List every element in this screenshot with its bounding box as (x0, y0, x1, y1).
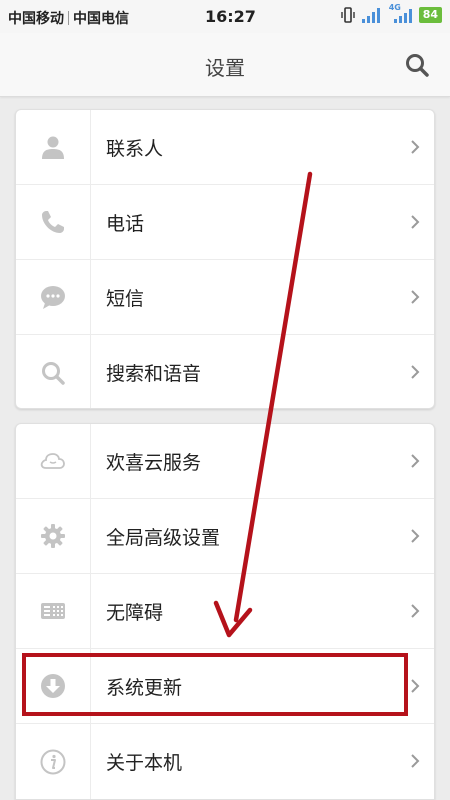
settings-item-about-device[interactable]: 关于本机 (16, 724, 434, 799)
settings-item-search-voice[interactable]: 搜索和语音 (16, 335, 434, 408)
chevron-right-icon (411, 679, 420, 693)
settings-item-contacts[interactable]: 联系人 (16, 110, 434, 185)
row-icon-cell (16, 260, 91, 334)
download-arrow-icon (41, 674, 65, 698)
message-bubble-icon (41, 286, 65, 309)
info-icon (40, 749, 66, 774)
search-icon[interactable] (404, 52, 430, 78)
vibrate-icon (340, 7, 355, 23)
row-icon-cell (16, 335, 91, 408)
carrier-info: 中国移动 中国电信 (8, 8, 129, 28)
settings-item-label: 搜索和语音 (106, 363, 202, 385)
status-icons: 4G 84 (340, 3, 442, 23)
row-icon-cell (16, 110, 91, 184)
chevron-right-icon (411, 215, 420, 229)
carrier-separator (68, 11, 69, 25)
status-clock: 16:27 (205, 7, 256, 26)
carrier-1-label: 中国移动 (8, 11, 64, 27)
row-icon-cell (16, 649, 91, 723)
row-icon-cell (16, 499, 91, 573)
accessibility-keyboard-icon (41, 603, 65, 619)
settings-item-label: 无障碍 (106, 601, 164, 624)
page-title: 设置 (205, 56, 245, 80)
person-icon (42, 136, 64, 159)
gear-icon (41, 524, 65, 548)
battery-indicator: 84 (418, 7, 442, 23)
settings-item-global-advanced[interactable]: 全局高级设置 (16, 499, 434, 574)
chevron-right-icon (411, 454, 420, 468)
chevron-right-icon (411, 140, 420, 154)
settings-item-phone[interactable]: 电话 (16, 185, 434, 260)
settings-item-label: 系统更新 (106, 676, 183, 699)
chevron-right-icon (411, 754, 420, 768)
carrier-2-label: 中国电信 (73, 11, 129, 27)
cloud-icon (40, 453, 65, 469)
settings-item-cloud-service[interactable]: 欢喜云服务 (16, 424, 434, 499)
row-icon-cell (16, 724, 91, 799)
settings-item-label: 电话 (106, 212, 145, 235)
chevron-right-icon (411, 290, 420, 304)
settings-item-system-update[interactable]: 系统更新 (16, 649, 434, 724)
network-4g-indicator: 4G (389, 3, 413, 23)
app-header: 设置 (0, 33, 450, 97)
settings-item-label: 联系人 (106, 137, 164, 160)
status-bar: 中国移动 中国电信 16:27 4G 84 (0, 0, 450, 33)
row-icon-cell (16, 185, 91, 259)
signal-strength-icon (361, 8, 380, 23)
chevron-right-icon (411, 529, 420, 543)
settings-item-label: 全局高级设置 (106, 526, 221, 549)
search-icon (42, 361, 65, 385)
settings-group-2: 欢喜云服务 全局高级设置 无障碍 系统更新 关于本机 (15, 423, 435, 800)
signal-strength-icon (393, 9, 412, 23)
phone-icon (42, 211, 64, 233)
chevron-right-icon (411, 365, 420, 379)
settings-item-label: 欢喜云服务 (106, 451, 202, 474)
settings-item-label: 关于本机 (106, 752, 183, 774)
row-icon-cell (16, 424, 91, 498)
settings-item-sms[interactable]: 短信 (16, 260, 434, 335)
chevron-right-icon (411, 604, 420, 618)
settings-item-accessibility[interactable]: 无障碍 (16, 574, 434, 649)
settings-item-label: 短信 (106, 287, 145, 310)
settings-group-1: 联系人 电话 短信 搜索和语音 (15, 109, 435, 409)
row-icon-cell (16, 574, 91, 648)
